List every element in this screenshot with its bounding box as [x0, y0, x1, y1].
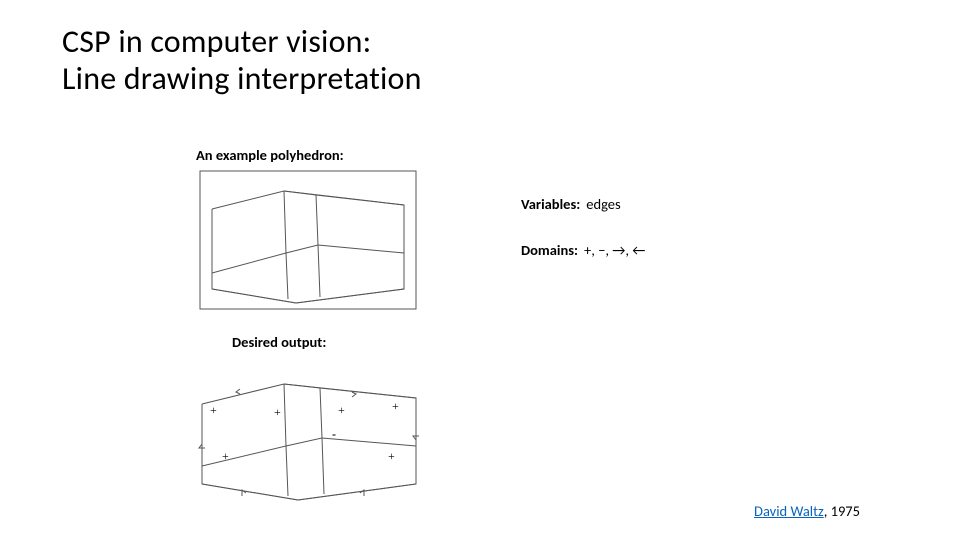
variables-value: edges [586, 195, 620, 213]
variables-label: Variables: [521, 195, 580, 213]
domains-value: +, −, →, ← [584, 241, 645, 259]
slide: CSP in computer vision: Line drawing int… [0, 0, 960, 540]
label-plus: + [274, 405, 281, 419]
slide-title: CSP in computer vision: Line drawing int… [62, 24, 422, 98]
label-plus: + [222, 449, 229, 463]
label-minus: - [332, 427, 336, 441]
label-plus: + [338, 403, 345, 417]
label-plus: + [210, 403, 217, 417]
label-plus: + [392, 399, 399, 413]
figure-labeled-polyhedron: + + + + - + + [182, 356, 432, 506]
title-line-1: CSP in computer vision: [62, 22, 371, 61]
variables-row: Variables: edges [521, 195, 645, 213]
caption-example: An example polyhedron: [196, 146, 344, 164]
caption-desired: Desired output: [232, 333, 326, 351]
citation-author-link[interactable]: David Waltz [754, 502, 824, 520]
title-line-2: Line drawing interpretation [62, 59, 422, 98]
citation-year: , 1975 [824, 502, 860, 520]
domains-label: Domains: [521, 241, 578, 259]
label-plus: + [388, 449, 395, 463]
rhs-text: Variables: edges Domains: +, −, →, ← [521, 195, 645, 287]
figure-polyhedron [198, 169, 418, 311]
domains-row: Domains: +, −, →, ← [521, 241, 645, 259]
citation: David Waltz, 1975 [754, 502, 860, 520]
